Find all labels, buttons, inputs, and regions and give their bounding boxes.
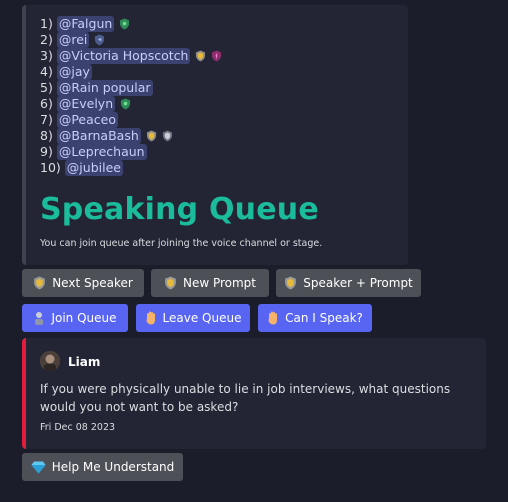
queue-entry: 4) @jay <box>40 64 222 80</box>
user-mention[interactable]: @BarnaBash <box>56 128 141 144</box>
queue-position: 6) <box>40 96 53 111</box>
queue-entry: 3) @Victoria Hopscotch <box>40 48 222 64</box>
blue-shield-icon <box>95 34 105 46</box>
queue-position: 1) <box>40 16 53 31</box>
join-queue-label: Join Queue <box>51 311 117 325</box>
queue-entry: 10) @jubilee <box>40 160 222 176</box>
queue-entry: 1) @Falgun <box>40 16 222 32</box>
can-i-speak-label: Can I Speak? <box>285 311 363 325</box>
user-mention[interactable]: @Evelyn <box>56 96 116 112</box>
queue-position: 3) <box>40 48 53 63</box>
queue-entry: 6) @Evelyn <box>40 96 222 112</box>
gold-shield-icon <box>33 276 46 290</box>
next-speaker-label: Next Speaker <box>52 276 133 290</box>
help-me-understand-label: Help Me Understand <box>51 460 175 474</box>
queue-position: 7) <box>40 112 53 127</box>
gold-shield-icon <box>146 130 156 142</box>
queue-entry: 2) @rei <box>40 32 222 48</box>
gold-shield-icon <box>196 50 206 62</box>
gold-shield-icon <box>284 276 297 290</box>
queue-note: You can join queue after joining the voi… <box>40 238 323 249</box>
person-icon <box>33 311 45 325</box>
user-mention[interactable]: @Peaceo <box>56 112 118 128</box>
user-mention[interactable]: @jay <box>56 64 92 80</box>
speaking-queue-embed: 1) @Falgun 2) @rei 3) @Victoria Hopscotc… <box>22 5 408 265</box>
queue-position: 4) <box>40 64 53 79</box>
raised-hand-icon <box>145 311 157 325</box>
can-i-speak-button[interactable]: Can I Speak? <box>258 304 372 332</box>
leave-queue-label: Leave Queue <box>162 311 242 325</box>
speaker-prompt-button[interactable]: Speaker + Prompt <box>276 269 421 297</box>
avatar <box>40 351 60 371</box>
next-speaker-button[interactable]: Next Speaker <box>22 269 144 297</box>
leave-queue-button[interactable]: Leave Queue <box>136 304 250 332</box>
queue-entry: 8) @BarnaBash <box>40 128 222 144</box>
green-shield-icon <box>120 18 130 30</box>
user-mention[interactable]: @Victoria Hopscotch <box>56 48 191 64</box>
user-mention[interactable]: @rei <box>56 32 90 48</box>
diamond-icon <box>31 461 46 474</box>
user-mention[interactable]: @jubilee <box>64 160 123 176</box>
pink-shield-icon <box>212 50 222 62</box>
queue-entry: 5) @Rain popular <box>40 80 222 96</box>
prompt-date: Fri Dec 08 2023 <box>40 422 116 433</box>
gold-shield-icon <box>164 276 177 290</box>
queue-entry: 7) @Peaceo <box>40 112 222 128</box>
user-mention[interactable]: @Leprechaun <box>56 144 147 160</box>
queue-position: 9) <box>40 144 53 159</box>
prompt-question: If you were physically unable to lie in … <box>40 382 451 414</box>
help-me-understand-button[interactable]: Help Me Understand <box>22 453 183 481</box>
queue-entry: 9) @Leprechaun <box>40 144 222 160</box>
speaker-prompt-label: Speaker + Prompt <box>303 276 413 290</box>
queue-position: 5) <box>40 80 53 95</box>
user-mention[interactable]: @Rain popular <box>56 80 153 96</box>
join-queue-button[interactable]: Join Queue <box>22 304 128 332</box>
new-prompt-label: New Prompt <box>182 276 257 290</box>
silver-shield-icon <box>162 130 172 142</box>
user-mention[interactable]: @Falgun <box>56 16 115 32</box>
prompt-embed: Liam If you were physically unable to li… <box>22 338 486 449</box>
new-prompt-button[interactable]: New Prompt <box>151 269 269 297</box>
queue-heading: Speaking Queue <box>40 192 319 227</box>
author-name[interactable]: Liam <box>68 355 100 369</box>
queue-position: 2) <box>40 32 53 47</box>
queue-position: 10) <box>40 160 61 175</box>
green-shield-icon <box>121 98 131 110</box>
raised-hand-icon <box>267 311 279 325</box>
queue-position: 8) <box>40 128 53 143</box>
queue-list: 1) @Falgun 2) @rei 3) @Victoria Hopscotc… <box>40 16 222 176</box>
